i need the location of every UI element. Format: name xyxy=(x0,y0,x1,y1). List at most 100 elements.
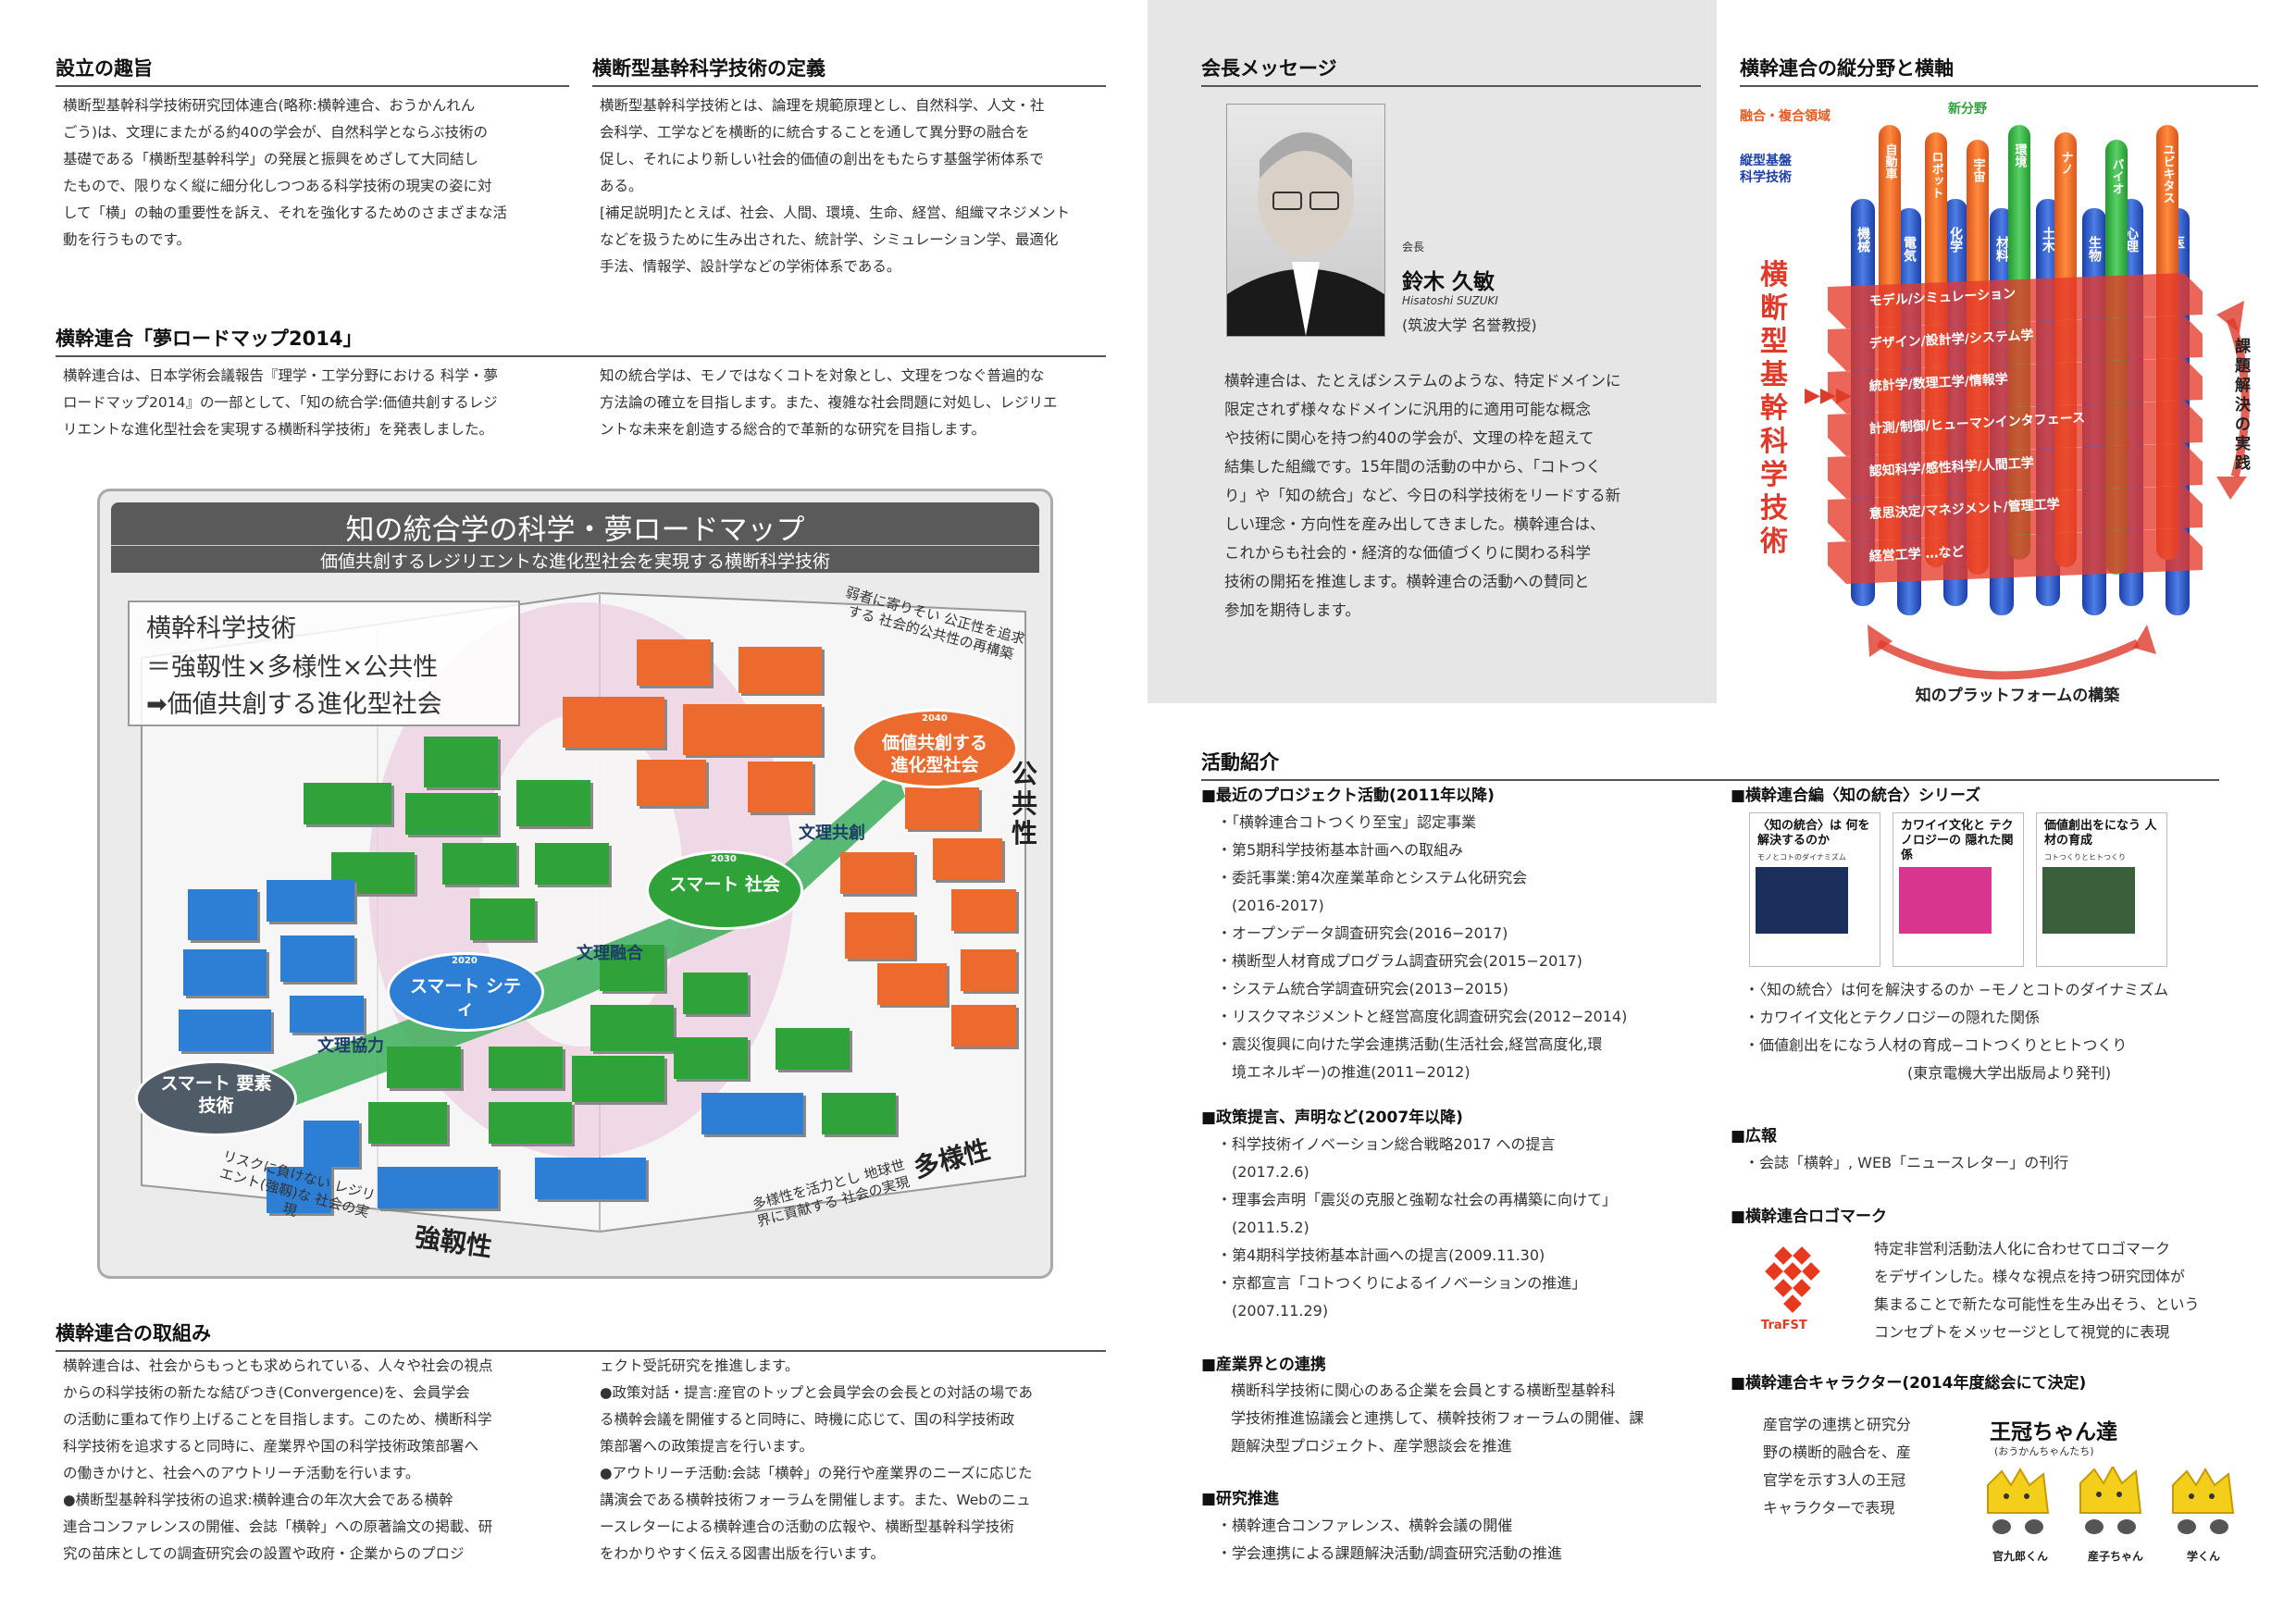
theme-tile xyxy=(179,1010,271,1051)
book-subtitle: コトつくりとヒトつくり xyxy=(2044,853,2126,861)
logo-text: TraFST xyxy=(1761,1319,1807,1332)
text-line: 横幹連合は、たとえばシステムのような、特定ドメインに xyxy=(1224,372,1621,390)
book-cover: 〈知の統合〉は 何を解決するのか モノとコトのダイナミズム xyxy=(1749,812,1880,967)
character-sanko: 産子ちゃん xyxy=(2088,1550,2144,1563)
research-heading: ■研究推進 xyxy=(1201,1490,1280,1508)
section-title-definition: 横断型基幹科学技術の定義 xyxy=(592,54,1106,87)
list-item: ・第5期科学技術基本計画への取組み xyxy=(1217,841,1464,859)
rod-label: 土木 xyxy=(2041,226,2056,254)
list-item: 特定非営利活動法人化に合わせてロゴマーク xyxy=(1874,1240,2171,1258)
label-platform: 知のプラットフォームの構築 xyxy=(1915,687,2120,705)
roadmap2014-body-b: 知の統合学は、モノではなくコトを対象とし、文理をつなぐ普遍的な 方法論の確立を目指… xyxy=(600,363,1118,443)
year-2040: 2040 xyxy=(922,713,948,724)
list-item: キャラクターで表現 xyxy=(1763,1499,1895,1517)
text-line: ントな未来を創造する総合的で革新的な研究を目指します。 xyxy=(600,421,986,438)
rod-label: ナノ xyxy=(2059,151,2073,175)
label-fusion-area: 融合・複合領域 xyxy=(1740,109,1831,124)
list-item: ・「横幹連合コトつくり至宝」認定事業 xyxy=(1217,813,1477,831)
projects-list: ・「横幹連合コトつくり至宝」認定事業 ・第5期科学技術基本計画への取組み・委託事業… xyxy=(1217,809,1717,1086)
list-item: ・リスクマネジメントと経営高度化調査研究会(2012−2014) xyxy=(1217,1008,1628,1025)
theme-tile xyxy=(877,963,947,1005)
text-line: 参加を期待します。 xyxy=(1224,601,1360,619)
list-item: ・会誌「横幹」, WEB「ニュースレター」の刊行 xyxy=(1744,1154,2069,1171)
list-item: ・オープンデータ調査研究会(2016−2017) xyxy=(1217,924,1508,942)
list-item: ・〈知の統合〉は何を解決するのか −モノとコトのダイナミズム xyxy=(1744,981,2169,998)
list-item: ・委託事業:第4次産業革命とシステム化研究会 xyxy=(1217,869,1528,886)
book-cover: カワイイ文化と テクノロジーの 隠れた関係 xyxy=(1893,812,2024,967)
text-line: り」や「知の統合」など、今日の科学技術をリードする新 xyxy=(1224,487,1621,504)
list-item: ・学会連携による課題解決活動/調査研究活動の推進 xyxy=(1217,1544,1562,1562)
theme-tile xyxy=(188,889,257,940)
list-item: 産官学の連携と研究分 xyxy=(1763,1416,1912,1433)
book-cover-image xyxy=(2042,867,2135,934)
book-cover-image xyxy=(1756,867,1848,934)
list-item: 官学を示す3人の王冠 xyxy=(1763,1471,1906,1489)
text-line: 技術の開拓を推進します。横幹連合の活動への賛同と xyxy=(1224,573,1590,590)
message-body: 横幹連合は、たとえばシステムのような、特定ドメインに 限定されず様々なドメインに汎… xyxy=(1224,366,1706,625)
character-kankuro: 官九郎くん xyxy=(1992,1550,2049,1563)
theme-tile xyxy=(748,762,813,812)
text-line: リエントな進化型社会を実現する横断科学技術」を発表しました。 xyxy=(63,421,494,438)
text-line: 動を行うものです。 xyxy=(63,231,191,248)
rod-label: 宇宙 xyxy=(1971,157,1986,183)
theme-tile xyxy=(674,1037,748,1079)
arrow-label-cocreation: 文理共創 xyxy=(799,824,865,843)
book-title: カワイイ文化と テクノロジーの 隠れた関係 xyxy=(1901,819,2014,862)
text-line: ースレターによる横幹連合の活動の広報や、横断型基幹科学技術 xyxy=(600,1518,1014,1535)
theme-tile xyxy=(822,1093,896,1134)
text-line: 横幹連合は、日本学術会議報告『理学・工学分野における 科学・夢 xyxy=(63,367,498,384)
text-line: たもので、限りなく縦に細分化しつつある科学技術の現実の姿に対 xyxy=(63,178,492,194)
theme-tile xyxy=(637,639,711,686)
series-list: ・〈知の統合〉は何を解決するのか −モノとコトのダイナミズム ・カワイイ文化とテク… xyxy=(1744,976,2226,1087)
list-item: ・横断型人材育成プログラム調査研究会(2015−2017) xyxy=(1217,952,1582,970)
theme-tile xyxy=(368,1102,447,1144)
list-item: (東京電機大学出版局より発刊) xyxy=(1744,1064,2112,1082)
president-role: 会長 xyxy=(1402,241,1425,254)
list-item: 野の横断的融合を、産 xyxy=(1763,1443,1912,1461)
text-line: をわかりやすく伝える図書出版を行います。 xyxy=(600,1545,885,1562)
theme-tile xyxy=(405,793,498,835)
text-line: 会科学、工学などを横断的に統合することを通して異分野の融合を xyxy=(600,124,1030,141)
theme-tile xyxy=(951,889,1016,931)
section-title-activities: 横幹連合の取組み xyxy=(56,1319,1106,1352)
logo-desc: 特定非営利活動法人化に合わせてロゴマーク をデザインした。様々な視点を持つ研究団体… xyxy=(1874,1235,2263,1346)
theme-tile xyxy=(267,880,354,922)
arrow-label-cooperation: 文理協力 xyxy=(317,1036,384,1056)
projects-heading: ■最近のプロジェクト活動(2011年以降) xyxy=(1201,787,1495,805)
list-item: ・価値創出をになう人材の育成−コトつくりとヒトつくり xyxy=(1744,1036,2128,1054)
list-item: をデザインした。様々な視点を持つ研究団体が xyxy=(1874,1268,2186,1285)
list-item: ・横幹連合コンファレンス、横幹会議の開催 xyxy=(1217,1517,1513,1534)
text-line: 知の統合学は、モノではなくコトを対象とし、文理をつなぐ普遍的な xyxy=(600,367,1045,384)
text-line: 策部署への政策提言を行います。 xyxy=(600,1438,813,1455)
text-line: などを扱うために生み出された、統計学、シミュレーション学、最適化 xyxy=(600,231,1059,248)
rod-label: 生物 xyxy=(2087,235,2102,263)
theme-tile xyxy=(840,852,914,894)
list-item: (2007.11.29) xyxy=(1217,1302,1329,1319)
list-item: ・カワイイ文化とテクノロジーの隠れた関係 xyxy=(1744,1009,2041,1026)
year-2020: 2020 xyxy=(452,956,478,966)
characters-subtitle: (おうかんちゃんたち) xyxy=(1994,1445,2094,1457)
logo-heading: ■横幹連合ロゴマーク xyxy=(1731,1208,1888,1226)
formula-box: 横幹科学技術 ＝強靱性×多様性×公共性 ➡価値共創する進化型社会 xyxy=(128,601,520,726)
industry-list: 横断科学技術に関心のある企業を会員とする横断型基幹科 学技術推進協議会と連携して、… xyxy=(1231,1377,1712,1460)
text-line: しい理念・方向性を産み出してきました。横幹連合は、 xyxy=(1224,515,1606,533)
section-title-activity-intro: 活動紹介 xyxy=(1201,748,2219,781)
theme-tile xyxy=(304,783,391,824)
theme-tile xyxy=(683,973,748,1014)
arrow-icon: ▶▶▶ xyxy=(1805,384,1852,407)
list-item: ・科学技術イノベーション総合戦略2017 への提言 xyxy=(1217,1135,1556,1153)
theme-tile xyxy=(572,1056,664,1102)
text-line: や技術に関心を持つ約40の学会が、文理の枠を超えて xyxy=(1224,429,1595,447)
text-line: る横幹会議を開催すると同時に、時機に応じて、国の科学技術政 xyxy=(600,1411,1015,1428)
theme-tile xyxy=(470,898,535,940)
text-line: ●政策対話・提言:産官のトップと会員学会の会長との対話の場であ xyxy=(600,1384,1033,1401)
theme-tile xyxy=(701,1093,803,1134)
theme-tile xyxy=(637,760,706,806)
list-item: 集まることで新たな可能性を生み出そう、という xyxy=(1874,1295,2200,1313)
purpose-body: 横断型基幹科学技術研究団体連合(略称:横幹連合、おうかんれん ごう)は、文理にまた… xyxy=(63,93,581,254)
text-line: ●横断型基幹科学技術の追求:横幹連合の年次大会である横幹 xyxy=(63,1492,453,1508)
list-item: 題解決型プロジェクト、産学懇談会を推進 xyxy=(1231,1437,1512,1455)
rod-label: バイオ xyxy=(2110,158,2125,194)
list-item: ・震災復興に向けた学会連携活動(生活社会,経営高度化,環 xyxy=(1217,1035,1603,1053)
text-line: 基礎である「横断型基幹科学」の発展と振興をめざして大同結し xyxy=(63,151,478,167)
